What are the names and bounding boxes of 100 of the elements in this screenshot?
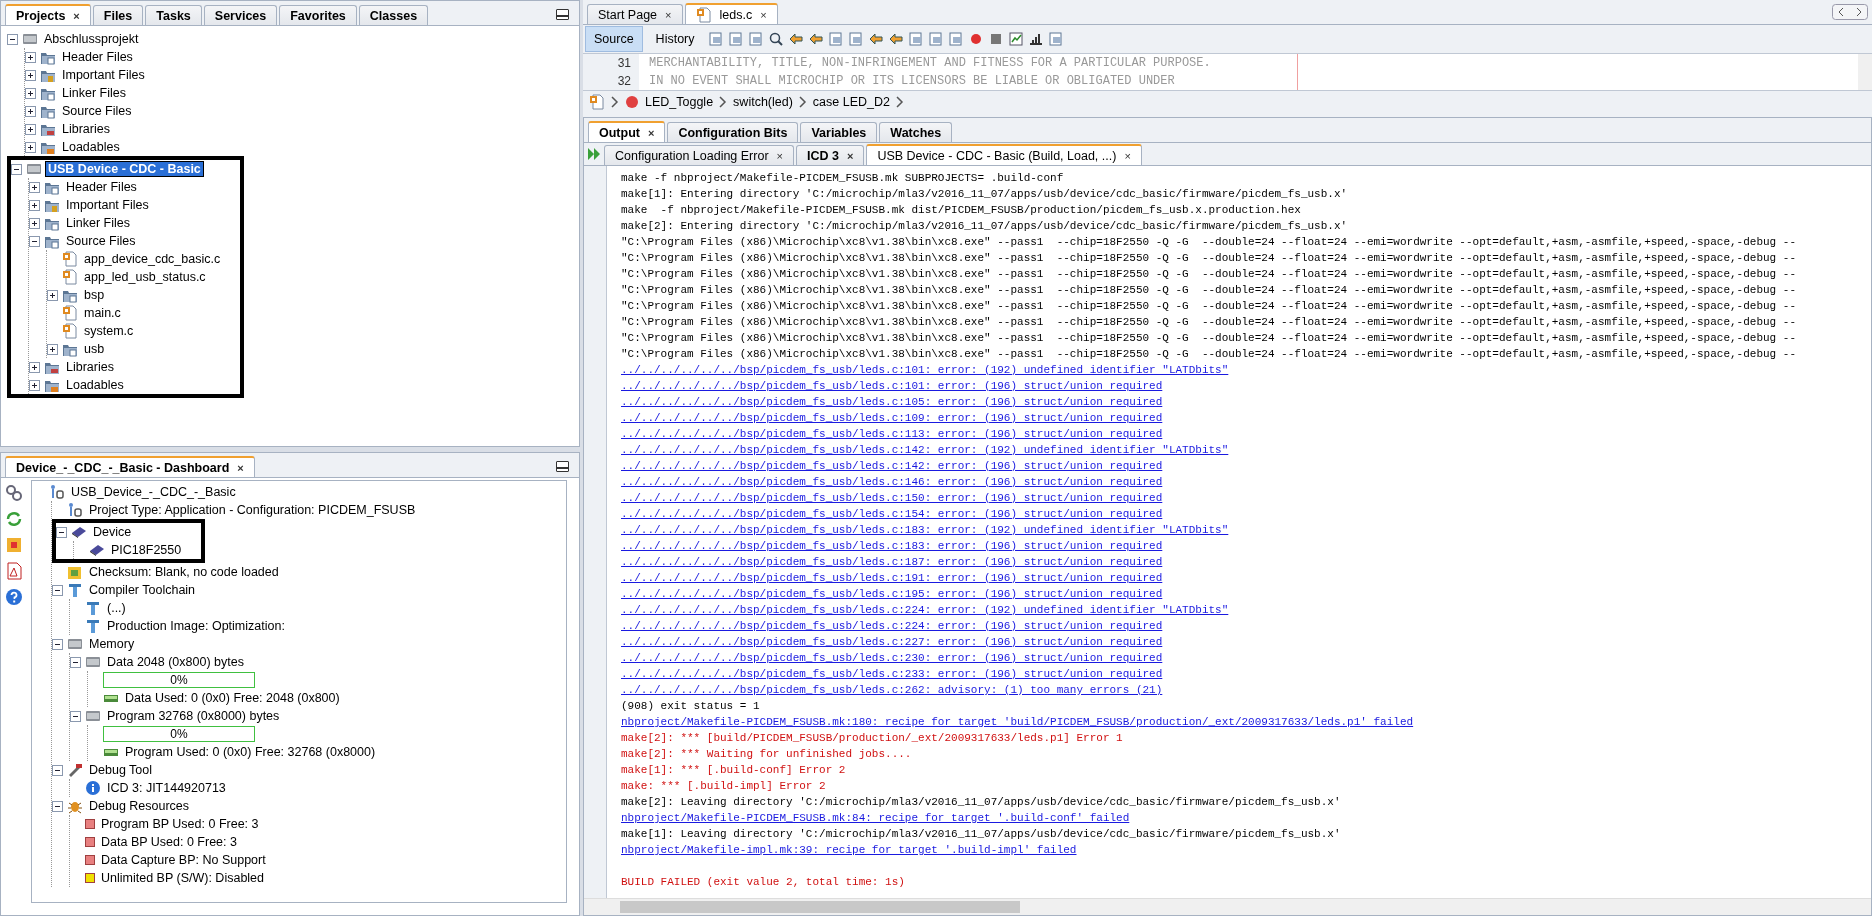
output-link[interactable]: ../../../../../../bsp/picdem_fs_usb/leds.c:191: error: (196) struct/union required: [621, 570, 1163, 586]
tree-item[interactable]: USB Device - CDC - Basic: [46, 162, 203, 176]
breadcrumb-item[interactable]: case LED_D2: [812, 95, 890, 109]
tree-item[interactable]: Loadables: [64, 378, 126, 392]
editor-tab[interactable]: Start Page ×: [587, 4, 683, 24]
output-link[interactable]: ../../../../../../bsp/picdem_fs_usb/leds.c:142: error: (192) undefined identifier "LATDbits": [621, 442, 1229, 458]
minimize-button[interactable]: [556, 461, 569, 472]
tree-item[interactable]: Header Files: [64, 180, 139, 194]
collapse-icon[interactable]: [29, 235, 40, 247]
pdf-icon[interactable]: [5, 562, 23, 580]
tree-item[interactable]: Loadables: [60, 140, 122, 154]
output-link[interactable]: ../../../../../../bsp/picdem_fs_usb/leds.c:105: error: (196) struct/union required: [621, 394, 1163, 410]
expand-icon[interactable]: [29, 379, 40, 391]
horizontal-scrollbar[interactable]: [584, 898, 1871, 915]
output-link[interactable]: ../../../../../../bsp/picdem_fs_usb/leds.c:230: error: (196) struct/union required: [621, 650, 1163, 666]
expand-icon[interactable]: [25, 141, 36, 153]
tree-item[interactable]: bsp: [82, 288, 107, 302]
editor-tab[interactable]: leds.c ×: [684, 3, 778, 24]
mode-tab[interactable]: History: [646, 26, 704, 52]
tree-item[interactable]: Data BP Used: 0 Free: 3: [99, 835, 239, 849]
expand-icon[interactable]: [25, 105, 36, 117]
collapse-icon[interactable]: [7, 33, 18, 45]
panel-tab[interactable]: Device_-_CDC_-_Basic - Dashboard ×: [5, 456, 255, 477]
collapse-icon[interactable]: [52, 764, 63, 776]
expand-icon[interactable]: [25, 123, 36, 135]
arrow-icon[interactable]: [787, 31, 804, 47]
output-link[interactable]: ../../../../../../bsp/picdem_fs_usb/leds.c:150: error: (196) struct/union required: [621, 490, 1163, 506]
output-link[interactable]: ../../../../../../bsp/picdem_fs_usb/leds.c:227: error: (196) struct/union required: [621, 634, 1163, 650]
output-link[interactable]: ../../../../../../bsp/picdem_fs_usb/leds.c:113: error: (196) struct/union required: [621, 426, 1163, 442]
expand-icon[interactable]: [25, 69, 36, 81]
output-link[interactable]: ../../../../../../bsp/picdem_fs_usb/leds.c:142: error: (196) struct/union required: [621, 458, 1163, 474]
output-link[interactable]: nbproject/Makefile-PICDEM_FSUSB.mk:180: recipe for target 'build/PICDEM_FSUSB/production/_ext/2009317633/leds.p1' failed: [621, 714, 1414, 730]
tree-item[interactable]: Important Files: [60, 68, 147, 82]
expand-icon[interactable]: [29, 199, 40, 211]
tree-item[interactable]: Data Capture BP: No Support: [99, 853, 268, 867]
panel-tab[interactable]: Variables: [800, 122, 878, 142]
tree-item[interactable]: app_device_cdc_basic.c: [82, 252, 223, 266]
tree-item[interactable]: Compiler Toolchain: [87, 583, 198, 597]
output-link[interactable]: ../../../../../../bsp/picdem_fs_usb/leds.c:233: error: (196) struct/union required: [621, 666, 1163, 682]
arrow-icon[interactable]: [867, 31, 884, 47]
tree-item[interactable]: Unlimited BP (S/W): Disabled: [99, 871, 266, 885]
tree-item[interactable]: Production Image: Optimization:: [105, 619, 287, 633]
tree-item[interactable]: Source Files: [60, 104, 134, 118]
magnifier-icon[interactable]: [767, 31, 784, 47]
tree-item[interactable]: Libraries: [60, 122, 112, 136]
tree-item[interactable]: Abschlussprojekt: [42, 32, 141, 46]
help-icon[interactable]: [5, 588, 23, 606]
rerun-icon[interactable]: [586, 146, 602, 162]
expand-icon[interactable]: [25, 51, 36, 63]
tree-item[interactable]: Program 32768 (0x8000) bytes: [105, 709, 282, 723]
tree-item[interactable]: Header Files: [60, 50, 135, 64]
expand-icon[interactable]: [47, 343, 58, 355]
output-link[interactable]: ../../../../../../bsp/picdem_fs_usb/leds.c:101: error: (192) undefined identifier "LATDbits": [621, 362, 1229, 378]
panel-tab[interactable]: Projects ×: [5, 4, 91, 25]
output-link[interactable]: nbproject/Makefile-PICDEM_FSUSB.mk:84: recipe for target '.build-conf' failed: [621, 810, 1130, 826]
expand-icon[interactable]: [47, 289, 58, 301]
output-link[interactable]: ../../../../../../bsp/picdem_fs_usb/leds.c:262: advisory: (1) too many errors (21): [621, 682, 1163, 698]
expand-icon[interactable]: [25, 87, 36, 99]
tree-item[interactable]: Memory: [87, 637, 137, 651]
tree-item[interactable]: app_led_usb_status.c: [82, 270, 208, 284]
minimize-button[interactable]: [556, 9, 569, 20]
session-tab[interactable]: ICD 3 ×: [796, 145, 865, 165]
tree-item[interactable]: Project Type: Application - Configuration: PICDEM_FSUSB: [87, 503, 418, 517]
tree-item[interactable]: Important Files: [64, 198, 151, 212]
tree-item[interactable]: Data Used: 0 (0x0) Free: 2048 (0x800): [123, 691, 342, 705]
scrollbar[interactable]: [1858, 54, 1872, 90]
tree-item[interactable]: Linker Files: [60, 86, 128, 100]
expand-icon[interactable]: [29, 217, 40, 229]
collapse-icon[interactable]: [52, 638, 63, 650]
session-tab[interactable]: Configuration Loading Error ×: [604, 145, 794, 165]
arrow-icon[interactable]: [887, 31, 904, 47]
tree-item[interactable]: USB_Device_-_CDC_-_Basic: [69, 485, 238, 499]
refresh-icon[interactable]: [5, 510, 23, 528]
collapse-icon[interactable]: [56, 526, 67, 538]
scroll-arrows-icon[interactable]: [1832, 4, 1868, 20]
tree-item[interactable]: PIC18F2550: [109, 543, 184, 557]
expand-icon[interactable]: [29, 361, 40, 373]
mode-tab[interactable]: Source: [585, 26, 643, 52]
output-link[interactable]: ../../../../../../bsp/picdem_fs_usb/leds.c:183: error: (192) undefined identifier "LATDbits": [621, 522, 1229, 538]
collapse-icon[interactable]: [70, 656, 81, 668]
tree-item[interactable]: Debug Resources: [87, 799, 192, 813]
output-link[interactable]: ../../../../../../bsp/picdem_fs_usb/leds.c:195: error: (196) struct/union required: [621, 586, 1163, 602]
panel-tab[interactable]: Configuration Bits: [667, 122, 799, 142]
output-link[interactable]: ../../../../../../bsp/picdem_fs_usb/leds.c:146: error: (196) struct/union required: [621, 474, 1163, 490]
collapse-icon[interactable]: [52, 584, 63, 596]
tree-item[interactable]: Debug Tool: [87, 763, 154, 777]
gears-icon[interactable]: [5, 484, 23, 502]
panel-tab[interactable]: Classes: [358, 5, 429, 25]
output-link[interactable]: ../../../../../../bsp/picdem_fs_usb/leds.c:224: error: (192) undefined identifier "LATDbits": [621, 602, 1229, 618]
arrow-icon[interactable]: [807, 31, 824, 47]
tree-item[interactable]: ICD 3: JIT144920713: [105, 781, 228, 795]
tree-item[interactable]: system.c: [82, 324, 136, 338]
tree-item[interactable]: Data 2048 (0x800) bytes: [105, 655, 246, 669]
tree-item[interactable]: Device: [91, 525, 134, 539]
output-link[interactable]: ../../../../../../bsp/picdem_fs_usb/leds.c:154: error: (196) struct/union required: [621, 506, 1163, 522]
tree-item[interactable]: Program Used: 0 (0x0) Free: 32768 (0x8000): [123, 745, 378, 759]
tree-item[interactable]: main.c: [82, 306, 123, 320]
tree-item[interactable]: (...): [105, 601, 128, 615]
tree-item[interactable]: Program BP Used: 0 Free: 3: [99, 817, 261, 831]
tree-item[interactable]: Source Files: [64, 234, 138, 248]
